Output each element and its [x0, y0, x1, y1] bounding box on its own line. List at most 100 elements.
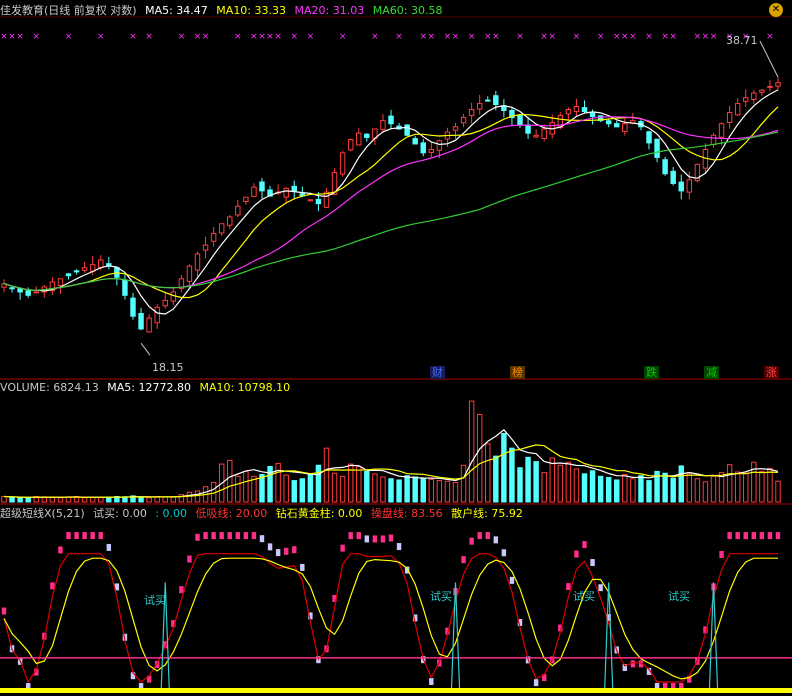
candle-body [573, 106, 580, 113]
volume-bar [1, 495, 7, 503]
volume-bar [694, 478, 701, 503]
candle-body [646, 131, 652, 144]
volume-bar [476, 414, 483, 503]
volume-bar [138, 496, 144, 503]
indicator-step [598, 584, 603, 592]
candle-body [605, 120, 612, 125]
candle-body [404, 124, 410, 136]
indicator-step [743, 532, 748, 540]
signal-x-mark: × [484, 32, 492, 42]
volume-bar [25, 497, 31, 503]
event-marker-drop[interactable]: 跌 [644, 366, 659, 379]
signal-x-mark: × [194, 32, 202, 42]
indicator-step [74, 532, 79, 540]
candle-body [122, 279, 128, 296]
indicator-step [727, 532, 732, 540]
volume-label: VOLUME: 6824.13 [0, 381, 99, 394]
signal-x-mark: × [597, 32, 605, 42]
volume-bar [436, 480, 443, 503]
volume-bar [388, 478, 394, 503]
signal-x-mark: × [468, 32, 476, 42]
volume-bar [259, 473, 265, 503]
indicator-step [300, 563, 305, 571]
volume-bar [235, 475, 241, 503]
volume-bar [267, 466, 273, 503]
indicator-step [566, 583, 571, 591]
candle-body [283, 187, 289, 198]
indicator-step [267, 543, 273, 551]
volume-bar [541, 472, 547, 503]
candle-body [525, 124, 531, 134]
volume-bar [638, 475, 644, 503]
signal-x-mark: × [452, 32, 460, 42]
trial-buy-signal-4: 试买 [668, 590, 690, 603]
candle-body [73, 270, 80, 273]
signal-x-mark: × [145, 32, 153, 42]
volume-bar [525, 456, 531, 503]
signal-x-mark: × [32, 32, 40, 42]
volume-bar [162, 496, 168, 503]
candle-body [767, 85, 773, 88]
volume-bar [630, 478, 636, 503]
indicator-step [219, 532, 224, 540]
indicator-step [380, 535, 386, 543]
signal-x-mark: × [371, 32, 379, 42]
event-marker-reduce[interactable]: 减 [704, 366, 719, 379]
indicator-step [203, 532, 208, 540]
volume-bar [734, 471, 741, 503]
candle-body [138, 312, 144, 330]
indicator-step [179, 586, 184, 594]
volume-bar [759, 470, 765, 503]
volume-bar [622, 473, 628, 503]
event-marker-finance[interactable]: 财 [430, 366, 445, 379]
candle-body [412, 138, 418, 145]
candle-body [130, 297, 136, 317]
signal-x-mark: × [97, 32, 105, 42]
indicator-name: 超级短线X(5,21) [0, 507, 85, 520]
volume-bar [589, 470, 596, 503]
volume-bar [702, 481, 709, 503]
candle-body [194, 253, 201, 271]
candle-body [57, 278, 64, 286]
candle-body [614, 123, 620, 128]
indicator-step [259, 535, 265, 543]
volume-bar [662, 472, 668, 503]
volume-bar [9, 496, 15, 503]
ma60-label: MA60: 30.58 [372, 4, 443, 17]
signal-x-mark: × [621, 32, 629, 42]
indicator-step [509, 576, 515, 584]
indicator-step [211, 532, 216, 540]
volume-bar [364, 470, 370, 503]
trial-buy-spike [708, 582, 719, 689]
volume-bar [283, 474, 289, 503]
indicator-step [364, 535, 370, 543]
volume-bar [670, 477, 676, 503]
indicator-step [348, 532, 353, 540]
control-line [3, 553, 778, 684]
volume-bar [17, 497, 23, 503]
candle-body [654, 138, 660, 158]
close-icon[interactable]: ✕ [769, 3, 783, 17]
volume-bar [565, 461, 572, 503]
trial-buy-signal-1: 试买 [144, 594, 166, 607]
indicator-step [493, 536, 499, 544]
candle-body [718, 123, 725, 138]
candle-body [364, 133, 370, 138]
candle-body [380, 120, 386, 130]
candle-body [541, 128, 547, 139]
volume-bar [291, 480, 297, 503]
candle-body [307, 199, 314, 202]
indicator-step [90, 532, 95, 540]
volume-bar [428, 478, 435, 503]
volume-ma5-label: MA5: 12772.80 [107, 381, 191, 394]
indicator-step [235, 532, 241, 540]
candle-body [251, 186, 257, 197]
event-marker-rank[interactable]: 榜 [510, 366, 525, 379]
indicator-step [243, 532, 249, 540]
event-marker-rise[interactable]: 涨 [764, 366, 779, 379]
volume-bar [686, 473, 693, 503]
volume-bar [751, 461, 757, 503]
indicator-step [582, 541, 587, 549]
candle-body [154, 306, 160, 324]
candle-body [170, 291, 177, 302]
